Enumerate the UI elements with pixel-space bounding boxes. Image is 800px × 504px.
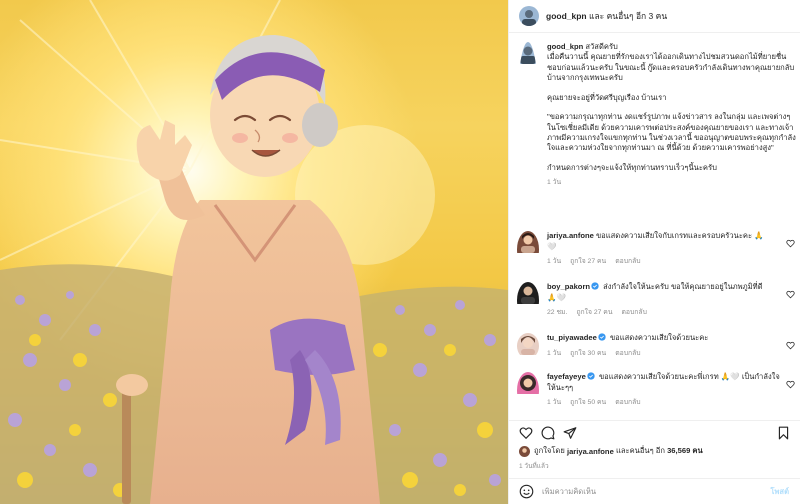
caption-paragraph: กำหนดการต่างๆจะแจ้งให้ทุกท่านทราบเร็วๆนี… <box>547 163 717 173</box>
comment-text: ส่งกำลังใจให้นะครับ ขอให้คุณยายอยู่ในภพภ… <box>603 282 763 291</box>
caption-username[interactable]: good_kpn <box>547 42 583 51</box>
comment-text: ขอแสดงความเสียใจด้วยนะคะ <box>609 333 709 342</box>
comment-time[interactable]: 1 วัน <box>547 258 561 265</box>
comment-likes[interactable]: ถูกใจ 30 คน <box>570 350 606 357</box>
post-image[interactable] <box>0 0 508 504</box>
liker-avatar <box>519 445 530 457</box>
comment-heart-icon[interactable] <box>786 341 795 350</box>
comment-text-extra: 🙏🤍 <box>547 292 566 302</box>
comment-username[interactable]: tu_piyawadee <box>547 333 597 342</box>
post-detail-panel: good_kpn และ คนอื่นๆ อีก 3 คน good_kpn ส… <box>508 0 800 504</box>
caption-greeting: สวัสดีครับ <box>585 42 618 51</box>
author-avatar[interactable] <box>519 6 539 26</box>
add-comment-bar: โพสต์ <box>509 478 800 504</box>
reply-button[interactable]: ตอบกลับ <box>615 350 640 357</box>
comment-username[interactable]: boy_pakorn <box>547 282 590 291</box>
caption-paragraph: คุณยายจะอยู่ที่วัดศรีบุญเรือง บ้านเรา <box>547 92 667 102</box>
verified-badge-icon <box>598 333 606 341</box>
comment-likes[interactable]: ถูกใจ 50 คน <box>570 399 606 406</box>
post-illustration <box>0 0 508 504</box>
author-username[interactable]: good_kpn <box>546 11 587 21</box>
comment-time[interactable]: 1 วัน <box>547 399 561 406</box>
comment-time[interactable]: 22 ชม. <box>547 309 567 316</box>
verified-badge-icon <box>587 372 595 380</box>
header-title: good_kpn และ คนอื่นๆ อีก 3 คน <box>546 9 667 23</box>
post-timestamp[interactable]: 1 วันที่แล้ว <box>519 461 549 471</box>
commenter-avatar[interactable] <box>517 372 539 409</box>
post-header: good_kpn และ คนอื่นๆ อีก 3 คน <box>509 0 800 33</box>
comment-likes[interactable]: ถูกใจ 27 คน <box>570 258 606 265</box>
comment-item: tu_piyawadee ขอแสดงความเสียใจด้วยนะคะ 1 … <box>517 333 800 359</box>
comment-heart-icon[interactable] <box>786 290 795 299</box>
reply-button[interactable]: ตอบกลับ <box>622 309 647 316</box>
comment-item: boy_pakorn ส่งกำลังใจให้นะครับ ขอให้คุณย… <box>517 282 800 319</box>
likes-middle: และคนอื่นๆ อีก <box>615 446 665 455</box>
comment-likes[interactable]: ถูกใจ 27 คน <box>576 309 612 316</box>
comment-input[interactable] <box>542 487 742 496</box>
post-caption: good_kpn สวัสดีครับ เมื่อคืนวานนี้ คุณยา… <box>517 42 797 189</box>
reply-button[interactable]: ตอบกลับ <box>615 258 640 265</box>
like-heart-icon[interactable] <box>519 426 533 440</box>
comment-item: jariya.anfone ขอแสดงความเสียใจกับเกรทและ… <box>517 231 800 268</box>
likes-count[interactable]: 36,569 คน <box>667 445 703 457</box>
comment-heart-icon[interactable] <box>786 239 795 248</box>
emoji-icon[interactable] <box>519 484 534 499</box>
post-comment-button[interactable]: โพสต์ <box>770 486 789 498</box>
caption-paragraph: เมื่อคืนวานนี้ คุณยายที่รักของเราได้ออกเ… <box>547 52 795 82</box>
header-suffix[interactable]: และ คนอื่นๆ อีก 3 คน <box>589 11 667 21</box>
likes-prefix: ถูกใจโดย <box>534 446 565 455</box>
comment-text: ขอแสดงความเสียใจกับเกรทและครอบครัวนะคะ 🙏 <box>595 231 764 240</box>
likes-summary[interactable]: ถูกใจโดย jariya.anfone และคนอื่นๆ อีก 36… <box>519 445 703 457</box>
save-bookmark-icon[interactable] <box>777 426 790 440</box>
comment-text-extra: 🤍 <box>547 241 557 251</box>
comment-bubble-icon[interactable] <box>541 426 555 440</box>
commenter-avatar[interactable] <box>517 282 539 319</box>
verified-badge-icon <box>591 282 599 290</box>
comment-time[interactable]: 1 วัน <box>547 350 561 357</box>
action-bar <box>509 420 800 442</box>
comment-username[interactable]: fayefayeye <box>547 372 586 381</box>
comment-username[interactable]: jariya.anfone <box>547 231 594 240</box>
comment-item: fayefayeye ขอแสดงความเสียใจด้วยนะคะพี่เก… <box>517 372 800 409</box>
caption-paragraph: "ขอความกรุณาทุกท่าน งดแชร์รูปภาพ แจ้งข่า… <box>547 112 796 153</box>
reply-button[interactable]: ตอบกลับ <box>615 399 640 406</box>
caption-time[interactable]: 1 วัน <box>547 178 797 188</box>
commenter-avatar[interactable] <box>517 231 539 268</box>
commenter-avatar[interactable] <box>517 333 539 359</box>
likes-user[interactable]: jariya.anfone <box>567 447 614 456</box>
comment-heart-icon[interactable] <box>786 380 795 389</box>
share-send-icon[interactable] <box>563 426 577 440</box>
caption-avatar[interactable] <box>517 42 539 189</box>
